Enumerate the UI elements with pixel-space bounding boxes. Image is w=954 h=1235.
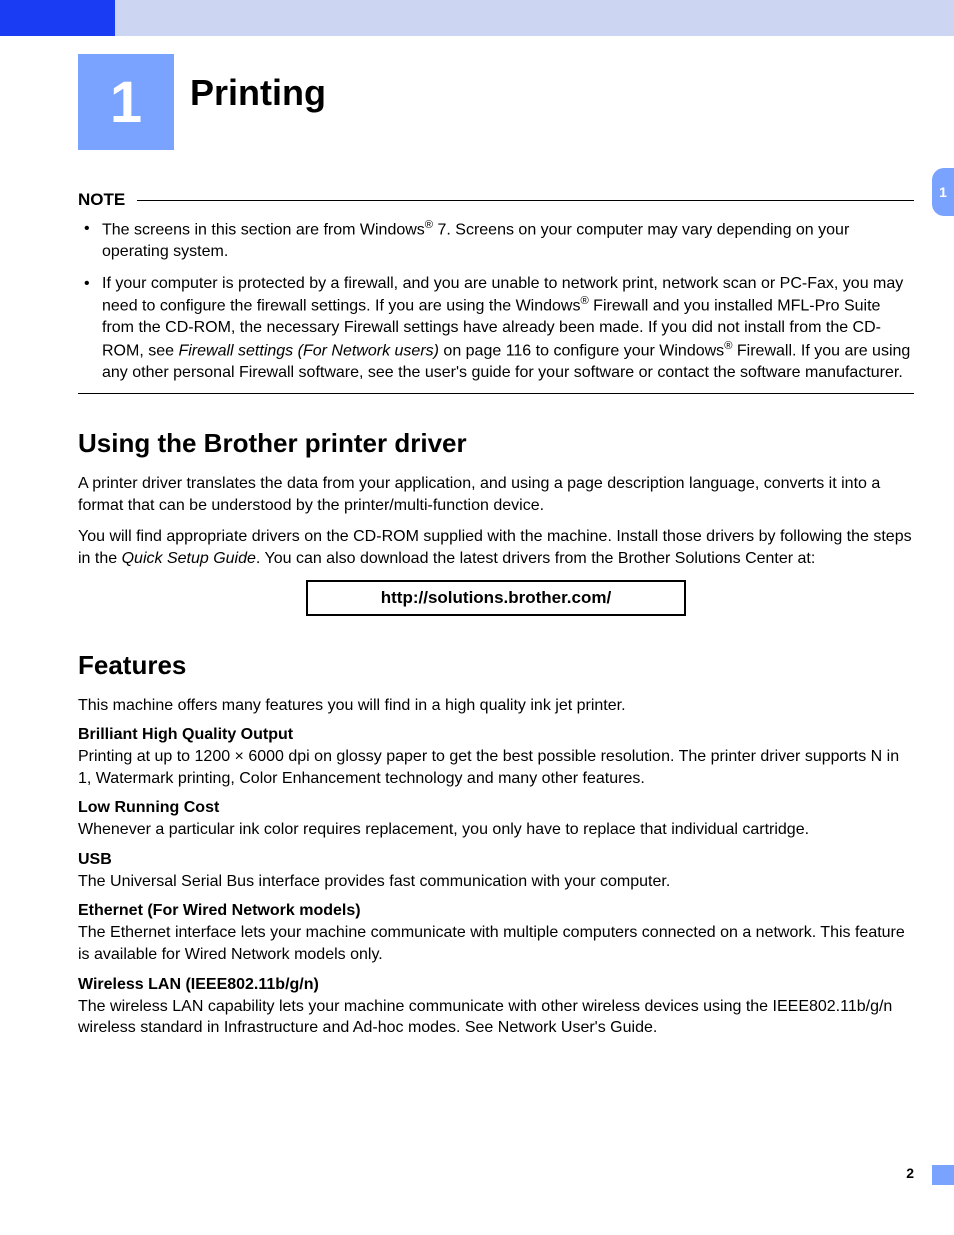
chapter-number: 1 bbox=[110, 69, 142, 136]
note-text: The screens in this section are from Win… bbox=[102, 221, 425, 238]
feature-desc: Printing at up to 1200 × 6000 dpi on glo… bbox=[78, 746, 914, 789]
note-item: The screens in this section are from Win… bbox=[98, 218, 914, 263]
feature-title: Brilliant High Quality Output bbox=[78, 726, 914, 744]
feature-title: USB bbox=[78, 851, 914, 869]
section-heading-features: Features bbox=[78, 650, 914, 681]
solutions-link-text: http://solutions.brother.com/ bbox=[381, 588, 611, 607]
feature-item: Brilliant High Quality Output Printing a… bbox=[78, 726, 914, 789]
section-heading-using-driver: Using the Brother printer driver bbox=[78, 428, 914, 459]
body-paragraph: You will find appropriate drivers on the… bbox=[78, 526, 914, 569]
body-paragraph: A printer driver translates the data fro… bbox=[78, 473, 914, 516]
feature-desc: The Universal Serial Bus interface provi… bbox=[78, 871, 914, 893]
registered-mark: ® bbox=[580, 295, 588, 307]
feature-item: Low Running Cost Whenever a particular i… bbox=[78, 799, 914, 841]
feature-title: Low Running Cost bbox=[78, 799, 914, 817]
feature-desc: Whenever a particular ink color requires… bbox=[78, 819, 914, 841]
doc-ref: Quick Setup Guide bbox=[122, 550, 256, 567]
note-xref: Firewall settings (For Network users) bbox=[178, 342, 439, 359]
note-header: NOTE bbox=[78, 190, 914, 210]
feature-desc: The Ethernet interface lets your machine… bbox=[78, 922, 914, 965]
chapter-badge: 1 bbox=[78, 54, 174, 150]
registered-mark: ® bbox=[425, 219, 433, 231]
note-list: The screens in this section are from Win… bbox=[78, 218, 914, 383]
note-divider bbox=[78, 393, 914, 394]
content-area: NOTE The screens in this section are fro… bbox=[78, 190, 914, 1045]
note-rule bbox=[137, 200, 914, 201]
top-band bbox=[115, 0, 954, 36]
chapter-title: Printing bbox=[190, 72, 326, 114]
side-tab: 1 bbox=[932, 168, 954, 216]
page-number-accent bbox=[932, 1165, 954, 1185]
body-text: . You can also download the latest drive… bbox=[256, 550, 815, 567]
feature-item: Wireless LAN (IEEE802.11b/g/n) The wirel… bbox=[78, 976, 914, 1039]
note-item: If your computer is protected by a firew… bbox=[98, 273, 914, 384]
page-number: 2 bbox=[906, 1165, 914, 1181]
feature-title: Ethernet (For Wired Network models) bbox=[78, 902, 914, 920]
feature-item: USB The Universal Serial Bus interface p… bbox=[78, 851, 914, 893]
features-intro: This machine offers many features you wi… bbox=[78, 695, 914, 717]
feature-title: Wireless LAN (IEEE802.11b/g/n) bbox=[78, 976, 914, 994]
note-text: on page 116 to configure your Windows bbox=[439, 342, 724, 359]
feature-item: Ethernet (For Wired Network models) The … bbox=[78, 902, 914, 965]
top-left-block bbox=[0, 0, 115, 36]
note-label: NOTE bbox=[78, 190, 125, 210]
feature-desc: The wireless LAN capability lets your ma… bbox=[78, 996, 914, 1039]
solutions-link-box[interactable]: http://solutions.brother.com/ bbox=[306, 580, 686, 616]
